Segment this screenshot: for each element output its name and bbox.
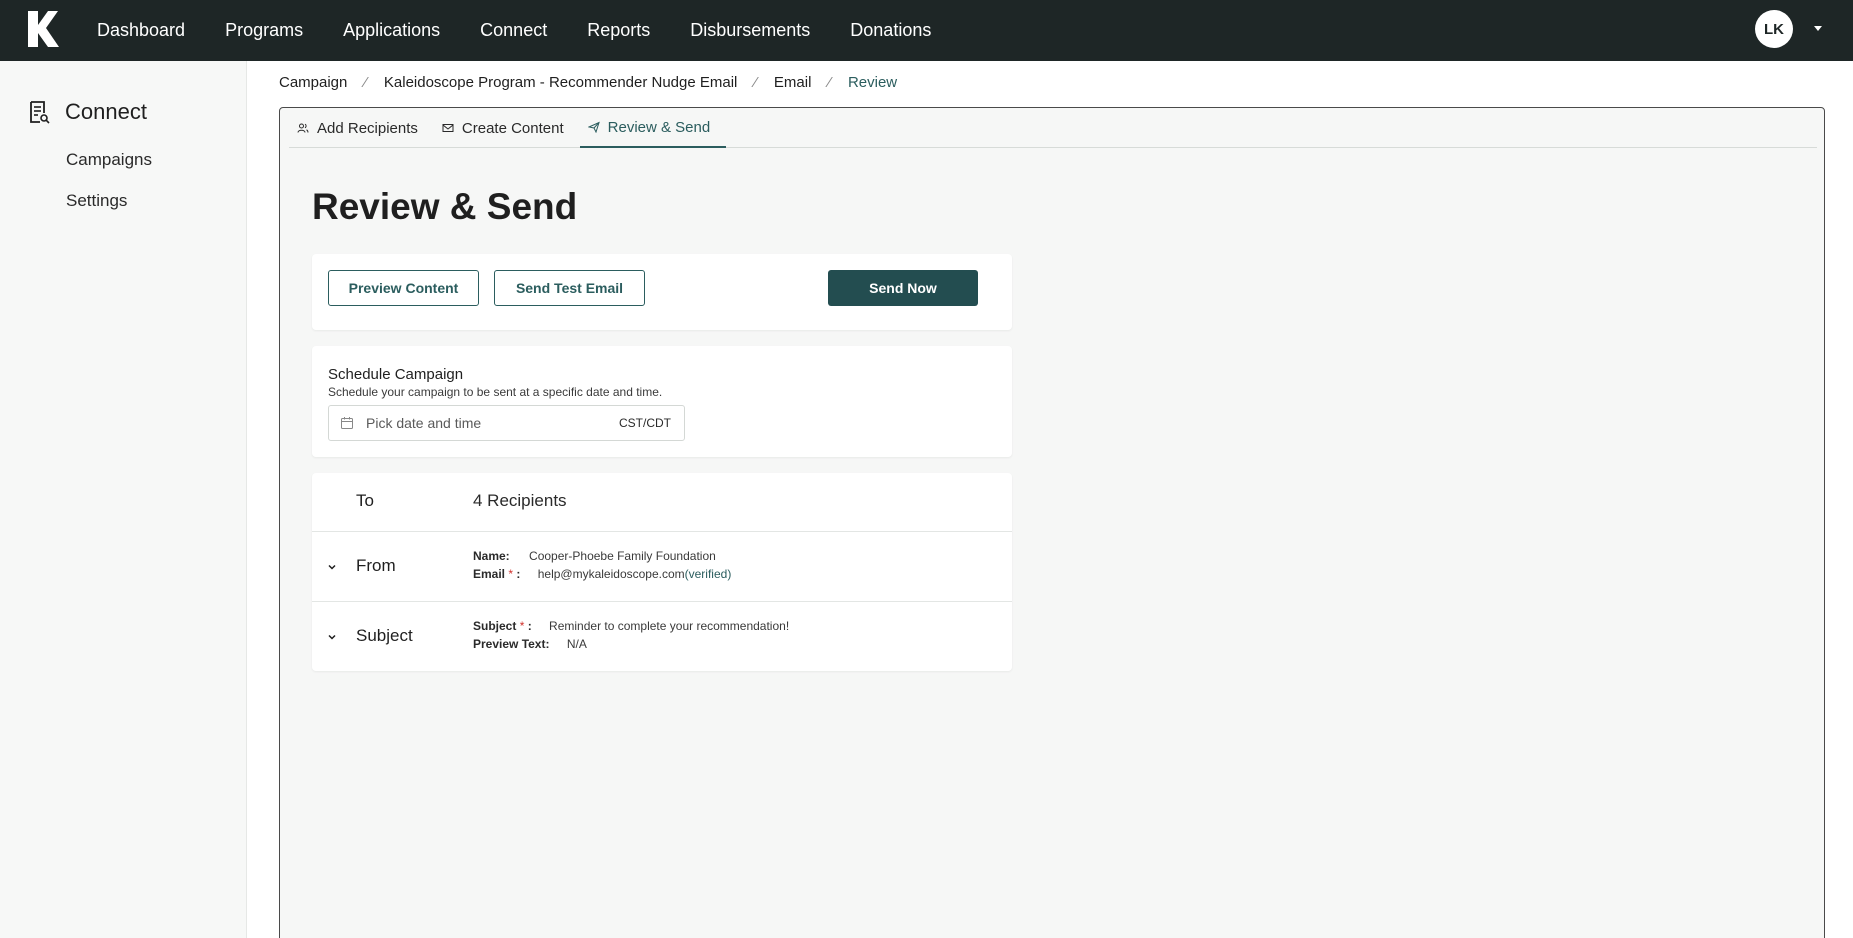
subject-label: Subject [356,626,413,645]
preview-content-button[interactable]: Preview Content [328,270,479,306]
breadcrumb-campaign-name[interactable]: Kaleidoscope Program - Recommender Nudge… [384,74,738,91]
main-panel: Add Recipients Create Content Review & S… [279,107,1825,938]
from-name: Name: Cooper-Phoebe Family Foundation [473,549,716,563]
page-title: Review & Send [312,186,578,227]
sidebar: Connect Campaigns Settings [0,61,247,938]
subject-value: Reminder to complete your recommendation… [549,619,790,633]
wizard-tabs: Add Recipients Create Content Review & S… [289,108,1817,148]
sidebar-item-settings[interactable]: Settings [66,191,127,211]
caret-down-icon[interactable] [1812,22,1824,34]
schedule-datetime-picker[interactable]: Pick date and time CST/CDT [328,405,685,441]
subject-row[interactable]: Subject Subject * : Reminder to complete… [312,601,1012,671]
nav-disbursements[interactable]: Disbursements [690,20,810,41]
tab-label: Add Recipients [317,119,418,137]
preview-text-line: Preview Text: N/A [473,637,587,651]
tab-label: Create Content [461,119,564,137]
breadcrumb-email[interactable]: Email [774,74,812,91]
users-icon [297,123,309,133]
nav-applications[interactable]: Applications [343,20,440,41]
email-key: Email [473,567,506,581]
schedule-subtitle: Schedule your campaign to be sent at a s… [328,385,663,399]
chevron-down-icon[interactable] [326,631,338,643]
from-email: Email * : help@mykaleidoscope.com(verifi… [473,567,731,581]
subject-key: Subject [473,619,517,633]
breadcrumb-campaign[interactable]: Campaign [279,74,347,91]
schedule-card: Schedule Campaign Schedule your campaign… [312,346,1012,457]
kaleidoscope-logo-icon[interactable] [26,9,60,49]
tab-create-content[interactable]: Create Content [434,108,580,148]
required-mark: * [519,619,525,633]
tab-review-send[interactable]: Review & Send [579,108,727,148]
subject-line: Subject * : Reminder to complete your re… [473,619,789,633]
send-icon [587,121,600,133]
nav-donations[interactable]: Donations [850,20,931,41]
schedule-title: Schedule Campaign [328,366,464,383]
sidebar-item-campaigns[interactable]: Campaigns [66,150,152,170]
mail-icon [442,124,454,132]
breadcrumb-separator: ⁄ [364,74,367,91]
from-row[interactable]: From Name: Cooper-Phoebe Family Foundati… [312,531,1012,601]
datetime-placeholder: Pick date and time [366,415,482,431]
sender-email: help@mykaleidoscope.com [537,567,685,581]
document-list-icon [30,101,50,124]
breadcrumb-review: Review [847,74,898,91]
nav-connect[interactable]: Connect [480,20,547,41]
sidebar-header: Connect [28,99,147,125]
breadcrumb-separator: ⁄ [828,74,831,91]
name-key: Name: [473,549,510,563]
from-label: From [356,556,396,575]
actions-card: Preview Content Send Test Email Send Now [312,254,1012,330]
sender-name: Cooper-Phoebe Family Foundation [529,549,716,563]
tab-label: Review & Send [607,118,711,136]
tab-add-recipients[interactable]: Add Recipients [289,108,434,148]
breadcrumb-separator: ⁄ [754,74,757,91]
colon: : [516,567,521,581]
main-nav: Dashboard Programs Applications Connect … [97,0,971,61]
top-nav-bar: Dashboard Programs Applications Connect … [0,0,1853,61]
to-label: To [356,491,374,510]
colon: : [527,619,532,633]
send-now-button[interactable]: Send Now [828,270,978,306]
to-row: To 4 Recipients [312,473,1012,531]
sidebar-title: Connect [65,99,147,124]
calendar-icon [341,417,353,429]
nav-dashboard[interactable]: Dashboard [97,20,185,41]
preview-text-value: N/A [566,637,587,651]
verified-status: (verified) [684,567,732,581]
nav-programs[interactable]: Programs [225,20,303,41]
user-avatar[interactable]: LK [1755,10,1793,48]
breadcrumb: Campaign ⁄ Kaleidoscope Program - Recomm… [279,74,897,91]
send-test-email-button[interactable]: Send Test Email [494,270,645,306]
nav-reports[interactable]: Reports [587,20,650,41]
required-mark: * [508,567,514,581]
chevron-down-icon[interactable] [326,561,338,573]
recipients-count: 4 Recipients [473,491,567,510]
summary-card: To 4 Recipients From Name: Cooper-Phoebe… [312,473,1012,671]
timezone-label: CST/CDT [619,416,671,430]
preview-text-key: Preview Text: [473,637,550,651]
